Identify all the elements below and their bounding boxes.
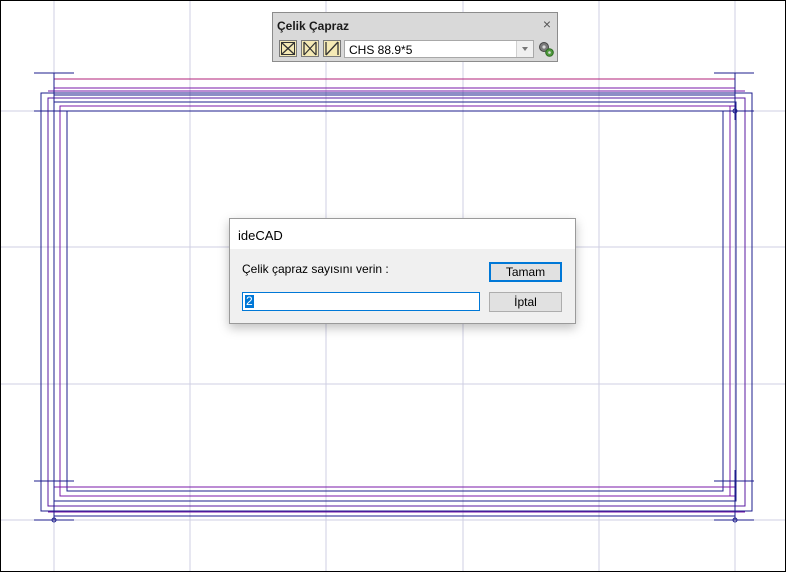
x-brace-button[interactable] xyxy=(279,40,297,57)
cancel-button[interactable]: İptal xyxy=(489,292,562,312)
dialog-titlebar[interactable]: ideCAD xyxy=(230,219,575,249)
dialog-title: ideCAD xyxy=(238,228,283,243)
brace-count-value: 2 xyxy=(245,294,254,308)
input-dialog: ideCAD Çelik çapraz sayısını verin : 2 T… xyxy=(229,218,576,324)
section-select[interactable]: CHS 88.9*5 xyxy=(344,40,534,58)
k-brace-button[interactable] xyxy=(301,40,319,57)
chevron-down-icon[interactable] xyxy=(516,41,533,57)
diagonal-brace-button[interactable] xyxy=(323,40,341,57)
steel-brace-toolbar: Çelik Çapraz × CHS 88.9*5 xyxy=(272,12,558,62)
close-icon[interactable]: × xyxy=(543,17,551,31)
x-brace-icon xyxy=(281,42,295,55)
brace-count-input[interactable]: 2 xyxy=(242,292,480,311)
section-select-value: CHS 88.9*5 xyxy=(349,43,413,57)
diagonal-brace-icon xyxy=(325,41,339,56)
dialog-prompt: Çelik çapraz sayısını verin : xyxy=(242,262,389,276)
gears-icon[interactable] xyxy=(537,40,555,58)
toolbar-title: Çelik Çapraz xyxy=(277,19,350,33)
k-brace-icon xyxy=(303,41,317,56)
ok-button[interactable]: Tamam xyxy=(489,262,562,282)
